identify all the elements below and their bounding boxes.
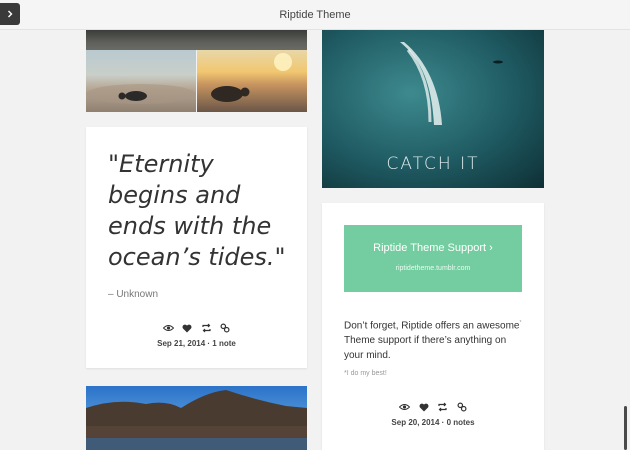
site-title[interactable]: Riptide Theme bbox=[0, 0, 630, 30]
menu-toggle-button[interactable] bbox=[0, 3, 20, 25]
turtle-photo-post[interactable] bbox=[86, 30, 307, 112]
post-tools bbox=[322, 401, 544, 413]
support-link-title: Riptide Theme Support › bbox=[373, 242, 493, 254]
heart-icon[interactable] bbox=[418, 401, 430, 413]
support-link-url: riptidetheme.tumblr.com bbox=[395, 265, 471, 272]
support-post: Riptide Theme Support › riptidetheme.tum… bbox=[322, 203, 544, 450]
quote-post: "Eternity begins and ends with the ocean… bbox=[86, 127, 307, 368]
beach-photo bbox=[86, 30, 307, 50]
wave-photo-caption: CATCH IT bbox=[386, 154, 480, 174]
chevron-right-icon bbox=[6, 5, 14, 23]
support-footnote: *I do my best! bbox=[344, 370, 387, 377]
link-icon[interactable] bbox=[456, 401, 468, 413]
support-link-button[interactable]: Riptide Theme Support › riptidetheme.tum… bbox=[344, 225, 522, 292]
turtle-photo-right[interactable] bbox=[197, 50, 307, 112]
quote-text: "Eternity begins and ends with the ocean… bbox=[108, 150, 286, 271]
eye-icon[interactable] bbox=[162, 322, 174, 334]
eye-icon[interactable] bbox=[399, 401, 411, 413]
turtle-photo-left[interactable] bbox=[86, 50, 196, 112]
support-body-text: Don’t forget, Riptide offers an awesome*… bbox=[344, 320, 522, 362]
quote-source: – Unknown bbox=[108, 289, 159, 300]
link-icon[interactable] bbox=[219, 322, 231, 334]
reblog-icon[interactable] bbox=[437, 401, 449, 413]
post-tools bbox=[86, 322, 307, 334]
wave-photo-post[interactable]: CATCH IT bbox=[322, 30, 544, 188]
post-date-notes[interactable]: Sep 21, 2014 · 1 note bbox=[86, 339, 307, 348]
top-bar: Riptide Theme bbox=[0, 0, 630, 30]
heart-icon[interactable] bbox=[181, 322, 193, 334]
post-date-notes[interactable]: Sep 20, 2014 · 0 notes bbox=[322, 418, 544, 427]
reblog-icon[interactable] bbox=[200, 322, 212, 334]
scrollbar-thumb[interactable] bbox=[624, 406, 627, 450]
cliff-photo-post[interactable] bbox=[86, 386, 307, 450]
